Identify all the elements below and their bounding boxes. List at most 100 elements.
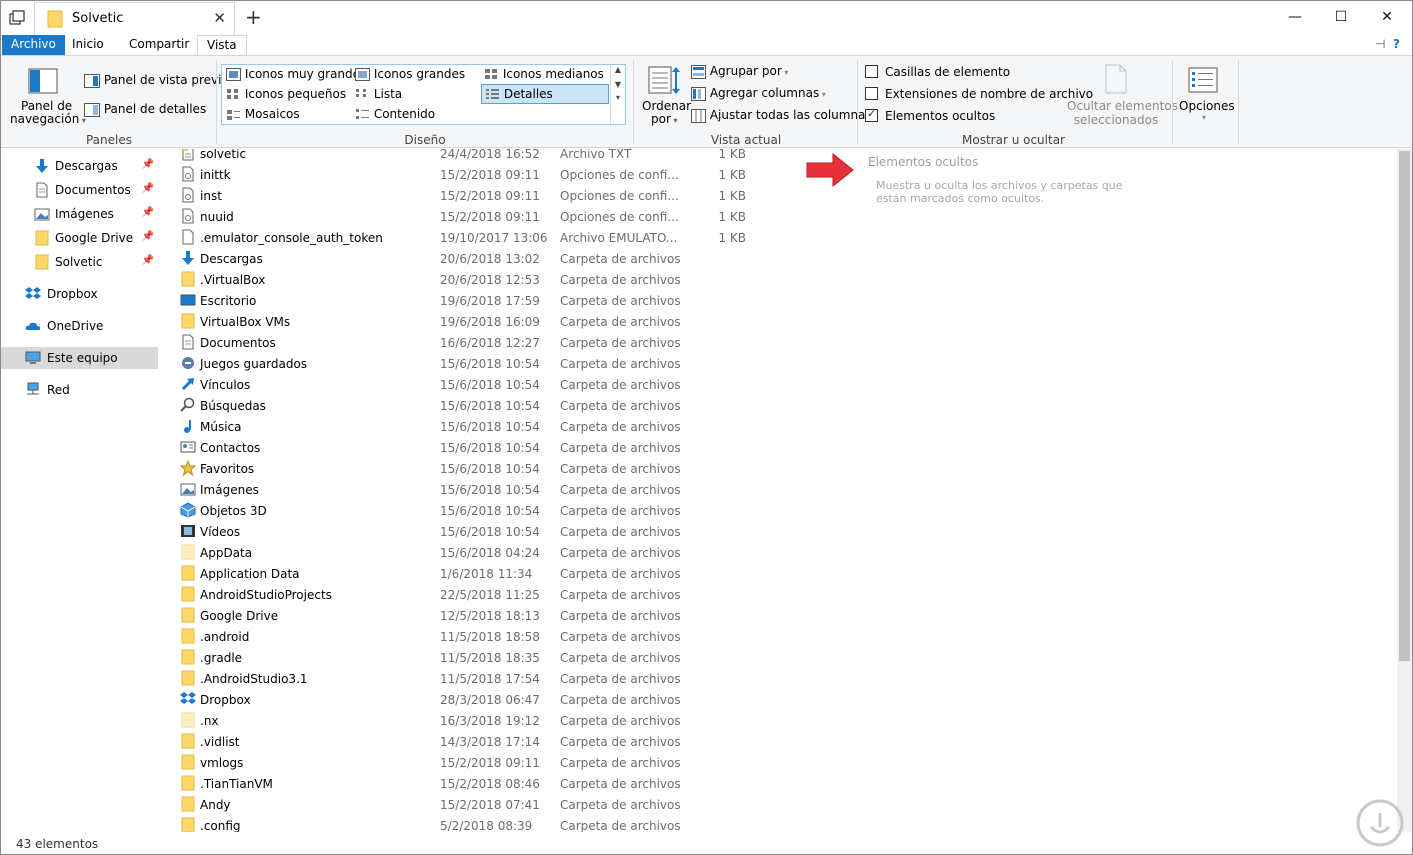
file-row[interactable]: .android 11/5/2018 18:58 Carpeta de archiv… [166,626,856,647]
network-icon [27,382,39,395]
item-checkboxes-checkbox[interactable] [865,65,878,78]
hide-selected-items-button[interactable]: Ocultar elementos seleccionados [1067,99,1178,127]
file-row[interactable]: .vidlist 14/3/2018 17:14 Carpeta de archiv… [166,731,856,752]
file-row[interactable]: .VirtualBox 20/6/2018 12:53 Carpeta de arc… [166,269,856,290]
preview-pane-button[interactable]: Panel de vista previa [84,73,229,88]
file-row[interactable]: Favoritos 15/6/2018 10:54 Carpeta de archi… [166,458,856,479]
layout-gallery-scroll[interactable]: ▲ ▼ ▾ [610,65,625,124]
file-type: Carpeta de archivos [560,567,681,581]
add-columns-button[interactable]: Agregar columnas ▾ [691,86,826,101]
sort-by-button[interactable]: Ordenar [642,99,691,113]
more-icon[interactable]: ▾ [611,93,625,102]
layout-extra-large-icons[interactable]: Iconos muy grandes [226,67,366,81]
file-row[interactable]: Música 15/6/2018 10:54 Carpeta de archivos [166,416,856,437]
file-row[interactable]: AppData 15/6/2018 04:24 Carpeta de archivo… [166,542,856,563]
layout-small-icons[interactable]: Iconos pequeños [226,87,346,101]
folder-icon [180,565,196,581]
file-name: .nx [200,714,219,728]
chevron-up-icon[interactable]: ▲ [611,65,625,74]
file-row[interactable]: inst 15/2/2018 09:11 Opciones de confi... 1… [166,185,856,206]
hidden-items-label[interactable]: Elementos ocultos [885,109,995,123]
layout-tiles[interactable]: Mosaicos [226,107,300,121]
item-checkboxes-label[interactable]: Casillas de elemento [885,65,1010,79]
file-row[interactable]: Imágenes 15/6/2018 10:54 Carpeta de archiv… [166,479,856,500]
maximize-button[interactable]: ☐ [1318,1,1364,35]
file-row[interactable]: vmlogs 15/2/2018 09:11 Carpeta de archivos [166,752,856,773]
file-row[interactable]: Vídeos 15/6/2018 10:54 Carpeta de archivos [166,521,856,542]
nav-item-google-drive[interactable]: Google Drive 📌 [1,227,158,249]
file-row[interactable]: Contactos 15/6/2018 10:54 Carpeta de archi… [166,437,856,458]
nav-item-descargas[interactable]: Descargas 📌 [1,155,158,177]
file-row[interactable]: AndroidStudioProjects 22/5/2018 11:25 Carp… [166,584,856,605]
file-row[interactable]: Google Drive 12/5/2018 18:13 Carpeta de ar… [166,605,856,626]
tab-vista[interactable]: Vista [197,35,247,55]
file-type: Carpeta de archivos [560,714,681,728]
nav-item-documentos[interactable]: Documentos 📌 [1,179,158,201]
nav-label: OneDrive [47,319,104,333]
file-row[interactable]: Escritorio 19/6/2018 17:59 Carpeta de arch… [166,290,856,311]
file-row[interactable]: .nx 16/3/2018 19:12 Carpeta de archivos [166,710,856,731]
new-tab-button[interactable]: + [245,5,262,29]
nav-item-onedrive[interactable]: OneDrive [1,315,158,337]
minimize-button[interactable]: — [1272,1,1318,35]
file-row[interactable]: Objetos 3D 15/6/2018 10:54 Carpeta de arch… [166,500,856,521]
size-all-columns-button[interactable]: Ajustar todas las columnas [691,108,872,123]
layout-medium-icons[interactable]: Iconos medianos [484,67,604,81]
nav-item-este-equipo[interactable]: Este equipo [1,347,158,369]
layout-large-icons[interactable]: Iconos grandes [355,67,465,81]
nav-item-solvetic[interactable]: Solvetic 📌 [1,251,158,273]
file-row[interactable]: Documentos 16/6/2018 12:27 Carpeta de arch… [166,332,856,353]
navigation-pane-dropdown[interactable]: navegación ▾ [10,112,86,126]
hidden-items-checkbox[interactable] [865,107,878,122]
file-row[interactable]: Dropbox 28/3/2018 06:47 Carpeta de archivo… [166,689,856,710]
layout-details[interactable]: Detalles [481,84,609,104]
file-extensions-label[interactable]: Extensiones de nombre de archivo [885,87,1093,101]
file-extensions-checkbox[interactable] [865,87,878,100]
details-pane-button[interactable]: Panel de detalles [84,102,206,117]
nav-item-dropbox[interactable]: Dropbox [1,283,158,305]
pin-icon[interactable]: 📌 [142,255,154,266]
file-row[interactable]: inittk 15/2/2018 09:11 Opciones de confi..… [166,164,856,185]
file-row[interactable]: .TianTianVM 15/2/2018 08:46 Carpeta de arc… [166,773,856,794]
file-date: 20/6/2018 12:53 [440,273,540,287]
folder-icon [180,271,196,287]
navigation-pane-button[interactable]: Panel de [21,99,72,113]
pin-icon[interactable]: 📌 [142,207,154,218]
file-row[interactable]: Application Data 1/6/2018 11:34 Carpeta de… [166,563,856,584]
help-icon[interactable]: ? [1393,37,1400,51]
file-row[interactable]: Búsquedas 15/6/2018 10:54 Carpeta de archi… [166,395,856,416]
pin-icon[interactable]: 📌 [142,159,154,170]
file-row[interactable]: .AndroidStudio3.1 11/5/2018 17:54 Carpeta … [166,668,856,689]
close-tab-icon[interactable]: ✕ [213,9,226,27]
tab-compartir[interactable]: Compartir [120,35,198,55]
options-button[interactable]: Opciones ▾ [1179,99,1235,122]
scrollbar-thumb[interactable] [1399,151,1410,661]
file-row[interactable]: VirtualBox VMs 19/6/2018 16:09 Carpeta de … [166,311,856,332]
pin-icon[interactable]: 📌 [142,231,154,242]
file-row[interactable]: Juegos guardados 15/6/2018 10:54 Carpeta d… [166,353,856,374]
close-window-button[interactable]: ✕ [1364,1,1410,35]
tab-inicio[interactable]: Inicio [63,35,113,55]
pin-icon[interactable]: 📌 [142,183,154,194]
nav-item-imagenes[interactable]: Imágenes 📌 [1,203,158,225]
pin-ribbon-icon[interactable]: ⊣ [1375,37,1385,51]
window-tab[interactable]: Solvetic ✕ [34,2,235,35]
sort-by-dropdown[interactable]: por ▾ [651,112,677,126]
layout-list[interactable]: Lista [355,87,402,101]
file-row[interactable]: Descargas 20/6/2018 13:02 Carpeta de archi… [166,248,856,269]
folder-icon [180,817,196,832]
file-row[interactable]: Andy 15/2/2018 07:41 Carpeta de archivos [166,794,856,815]
file-row[interactable]: nuuid 15/2/2018 09:11 Opciones de confi...… [166,206,856,227]
file-row[interactable]: Vínculos 15/6/2018 10:54 Carpeta de archiv… [166,374,856,395]
file-row[interactable]: .emulator_console_auth_token 19/10/2017 1… [166,227,856,248]
task-view-icon[interactable] [9,10,25,26]
layout-content[interactable]: Contenido [355,107,435,121]
chevron-down-icon[interactable]: ▼ [611,80,625,89]
file-row[interactable]: solvetic 24/4/2018 16:52 Archivo TXT 1 KB [166,149,856,164]
tab-archivo[interactable]: Archivo [2,35,65,55]
file-row[interactable]: .gradle 11/5/2018 18:35 Carpeta de archivo… [166,647,856,668]
group-by-button[interactable]: Agrupar por ▾ [691,64,788,79]
file-row[interactable]: .config 5/2/2018 08:39 Carpeta de archivos [166,815,856,832]
file-name: vmlogs [200,756,244,770]
nav-item-red[interactable]: Red [1,379,158,401]
